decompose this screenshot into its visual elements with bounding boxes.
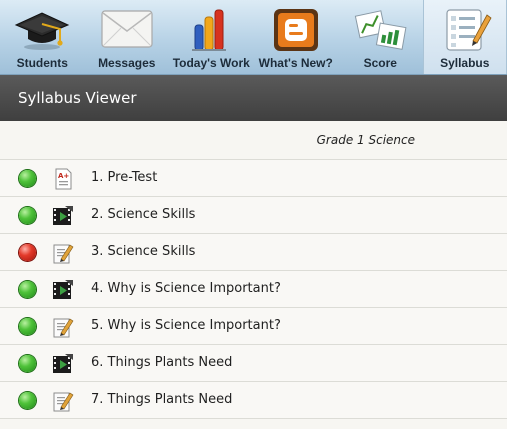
- lesson-title: 3. Science Skills: [91, 244, 196, 259]
- toolbar-score-button[interactable]: Score: [338, 0, 423, 74]
- title-bar: Syllabus Viewer: [0, 75, 507, 121]
- lesson-row[interactable]: 6. Things Plants Need: [0, 345, 507, 382]
- grade-label: Grade 1 Science: [316, 133, 415, 147]
- toolbar-students-label: Students: [16, 56, 68, 70]
- test-icon: A+: [55, 168, 72, 190]
- envelope-icon: [101, 10, 153, 48]
- worksheet-icon: [53, 244, 74, 264]
- lesson-row[interactable]: 5. Why is Science Important?: [0, 308, 507, 345]
- video-icon: [53, 280, 73, 299]
- toolbar-whats-new-label: What's New?: [258, 56, 333, 70]
- lesson-title: 7. Things Plants Need: [91, 392, 233, 407]
- video-icon: [53, 354, 73, 373]
- lesson-title: 1. Pre-Test: [91, 170, 158, 185]
- worksheet-icon: [53, 392, 74, 412]
- toolbar-syllabus-label: Syllabus: [440, 56, 490, 70]
- blogger-icon: [273, 9, 318, 51]
- toolbar-syllabus-button[interactable]: Syllabus: [422, 0, 507, 74]
- status-complete-icon: [19, 281, 36, 298]
- toolbar-todays-work-button[interactable]: Today's Work: [169, 0, 254, 74]
- lesson-title: 6. Things Plants Need: [91, 355, 233, 370]
- status-incomplete-icon: [19, 244, 36, 261]
- graduation-cap-icon: [15, 12, 70, 50]
- syllabus-list: Grade 1 Science A+ 1. Pre-Test 2. Scienc…: [0, 121, 507, 429]
- status-complete-icon: [19, 318, 36, 335]
- lesson-row[interactable]: 7. Things Plants Need: [0, 382, 507, 419]
- lesson-row[interactable]: 4. Why is Science Important?: [0, 271, 507, 308]
- toolbar-todays-work-label: Today's Work: [172, 56, 250, 70]
- lesson-row[interactable]: 3. Science Skills: [0, 234, 507, 271]
- status-complete-icon: [19, 170, 36, 187]
- toolbar-messages-label: Messages: [98, 56, 156, 70]
- toolbar-students-button[interactable]: Students: [0, 0, 85, 74]
- toolbar-whats-new-button[interactable]: What's New?: [254, 0, 339, 74]
- toolbar-score-label: Score: [363, 56, 397, 70]
- syllabus-checklist-icon: [446, 9, 492, 51]
- lesson-title: 4. Why is Science Important?: [91, 281, 281, 296]
- bar-chart-icon: [192, 9, 227, 51]
- svg-text:A+: A+: [58, 172, 69, 180]
- page-title: Syllabus Viewer: [18, 89, 137, 107]
- grade-header: Grade 1 Science: [0, 121, 507, 160]
- status-complete-icon: [19, 355, 36, 372]
- worksheet-icon: [53, 318, 74, 338]
- lesson-title: 2. Science Skills: [91, 207, 196, 222]
- lesson-title: 5. Why is Science Important?: [91, 318, 281, 333]
- lesson-row[interactable]: A+ 1. Pre-Test: [0, 160, 507, 197]
- top-toolbar: Students Messages Today's Work What's Ne: [0, 0, 507, 75]
- video-icon: [53, 206, 73, 225]
- lesson-row[interactable]: 2. Science Skills: [0, 197, 507, 234]
- score-charts-icon: [355, 10, 407, 50]
- status-complete-icon: [19, 392, 36, 409]
- status-complete-icon: [19, 207, 36, 224]
- toolbar-messages-button[interactable]: Messages: [85, 0, 170, 74]
